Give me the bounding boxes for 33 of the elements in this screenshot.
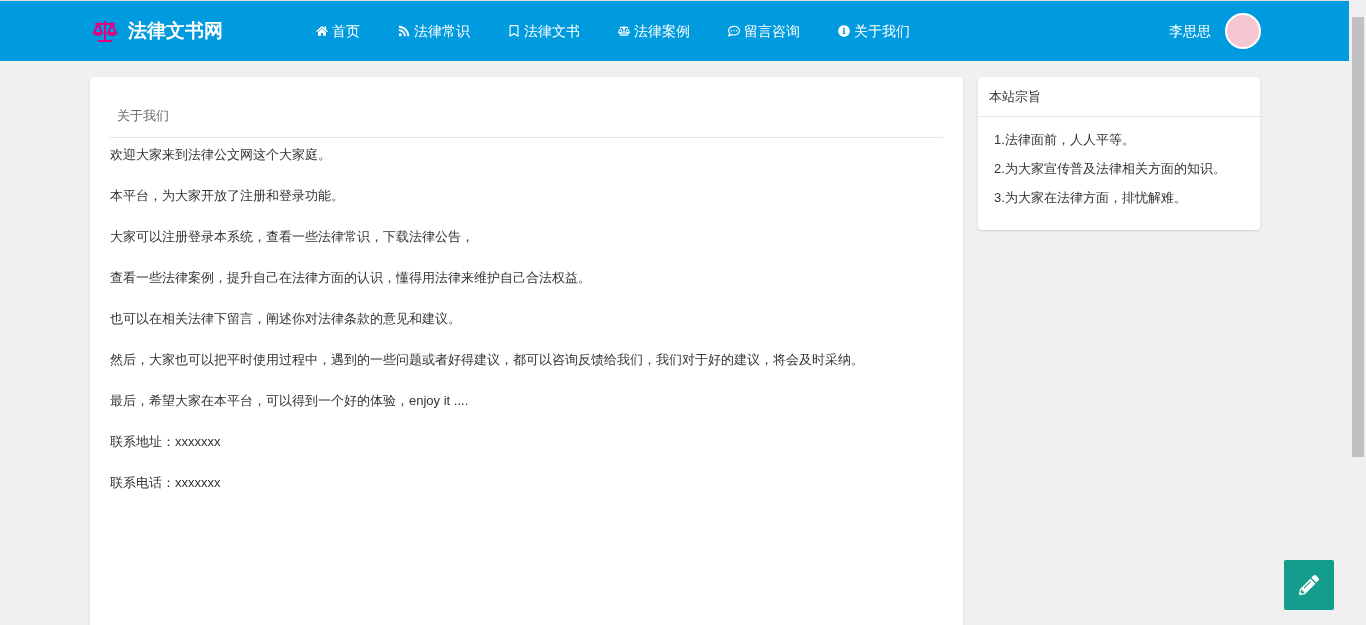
- home-icon: [316, 25, 328, 37]
- paragraph: 查看一些法律案例，提升自己在法律方面的认识，懂得用法律来维护自己合法权益。: [110, 269, 592, 287]
- paragraph: 联系地址：xxxxxxx: [110, 433, 222, 451]
- nav-link[interactable]: 法律案例: [600, 20, 708, 42]
- paragraph: 也可以在相关法律下留言，阐述你对法律条款的意见和建议。: [110, 310, 462, 328]
- nav-link[interactable]: 法律常识: [380, 20, 488, 42]
- site-logo-text: 法律文书网: [128, 18, 223, 43]
- edit-button[interactable]: [1284, 560, 1334, 610]
- paragraph: 大家可以注册登录本系统，查看一些法律常识，下载法律公告，: [110, 228, 475, 246]
- sidebar-item: 3.为大家在法律方面，排忧解难。: [994, 189, 1188, 207]
- paragraph: 联系电话：xxxxxxx: [110, 474, 222, 492]
- user-name[interactable]: 李思思: [1169, 20, 1211, 42]
- avatar[interactable]: [1225, 13, 1261, 49]
- paragraph: 欢迎大家来到法律公文网这个大家庭。: [110, 146, 332, 164]
- sidebar-title: 本站宗旨: [989, 87, 1041, 106]
- paragraph: 然后，大家也可以把平时使用过程中，遇到的一些问题或者好得建议，都可以咨询反馈给我们，我们对于好的建议，将会及时采纳。: [110, 351, 865, 369]
- bookmark-icon: [508, 25, 520, 37]
- speech-bubble-icon: [728, 25, 740, 37]
- rss-icon: [398, 25, 410, 37]
- card-title: 关于我们: [117, 108, 169, 123]
- paragraph: 最后，希望大家在本平台，可以得到一个好的体验，enjoy it ....: [110, 392, 470, 410]
- sidebar-item: 1.法律面前，人人平等。: [994, 131, 1136, 149]
- info-icon: [838, 25, 850, 37]
- scale-icon: [618, 25, 630, 37]
- scale-logo-icon: [92, 18, 118, 44]
- nav-link[interactable]: 法律文书: [490, 20, 598, 42]
- nav-link[interactable]: 留言咨询: [710, 20, 818, 42]
- nav-link[interactable]: 首页: [298, 20, 378, 42]
- scrollbar-thumb[interactable]: [1351, 17, 1364, 457]
- paragraph: 本平台，为大家开放了注册和登录功能。: [110, 187, 345, 205]
- pencil-icon: [1299, 575, 1319, 595]
- nav-link[interactable]: 关于我们: [820, 20, 928, 42]
- sidebar-item: 2.为大家宣传普及法律相关方面的知识。: [994, 160, 1227, 178]
